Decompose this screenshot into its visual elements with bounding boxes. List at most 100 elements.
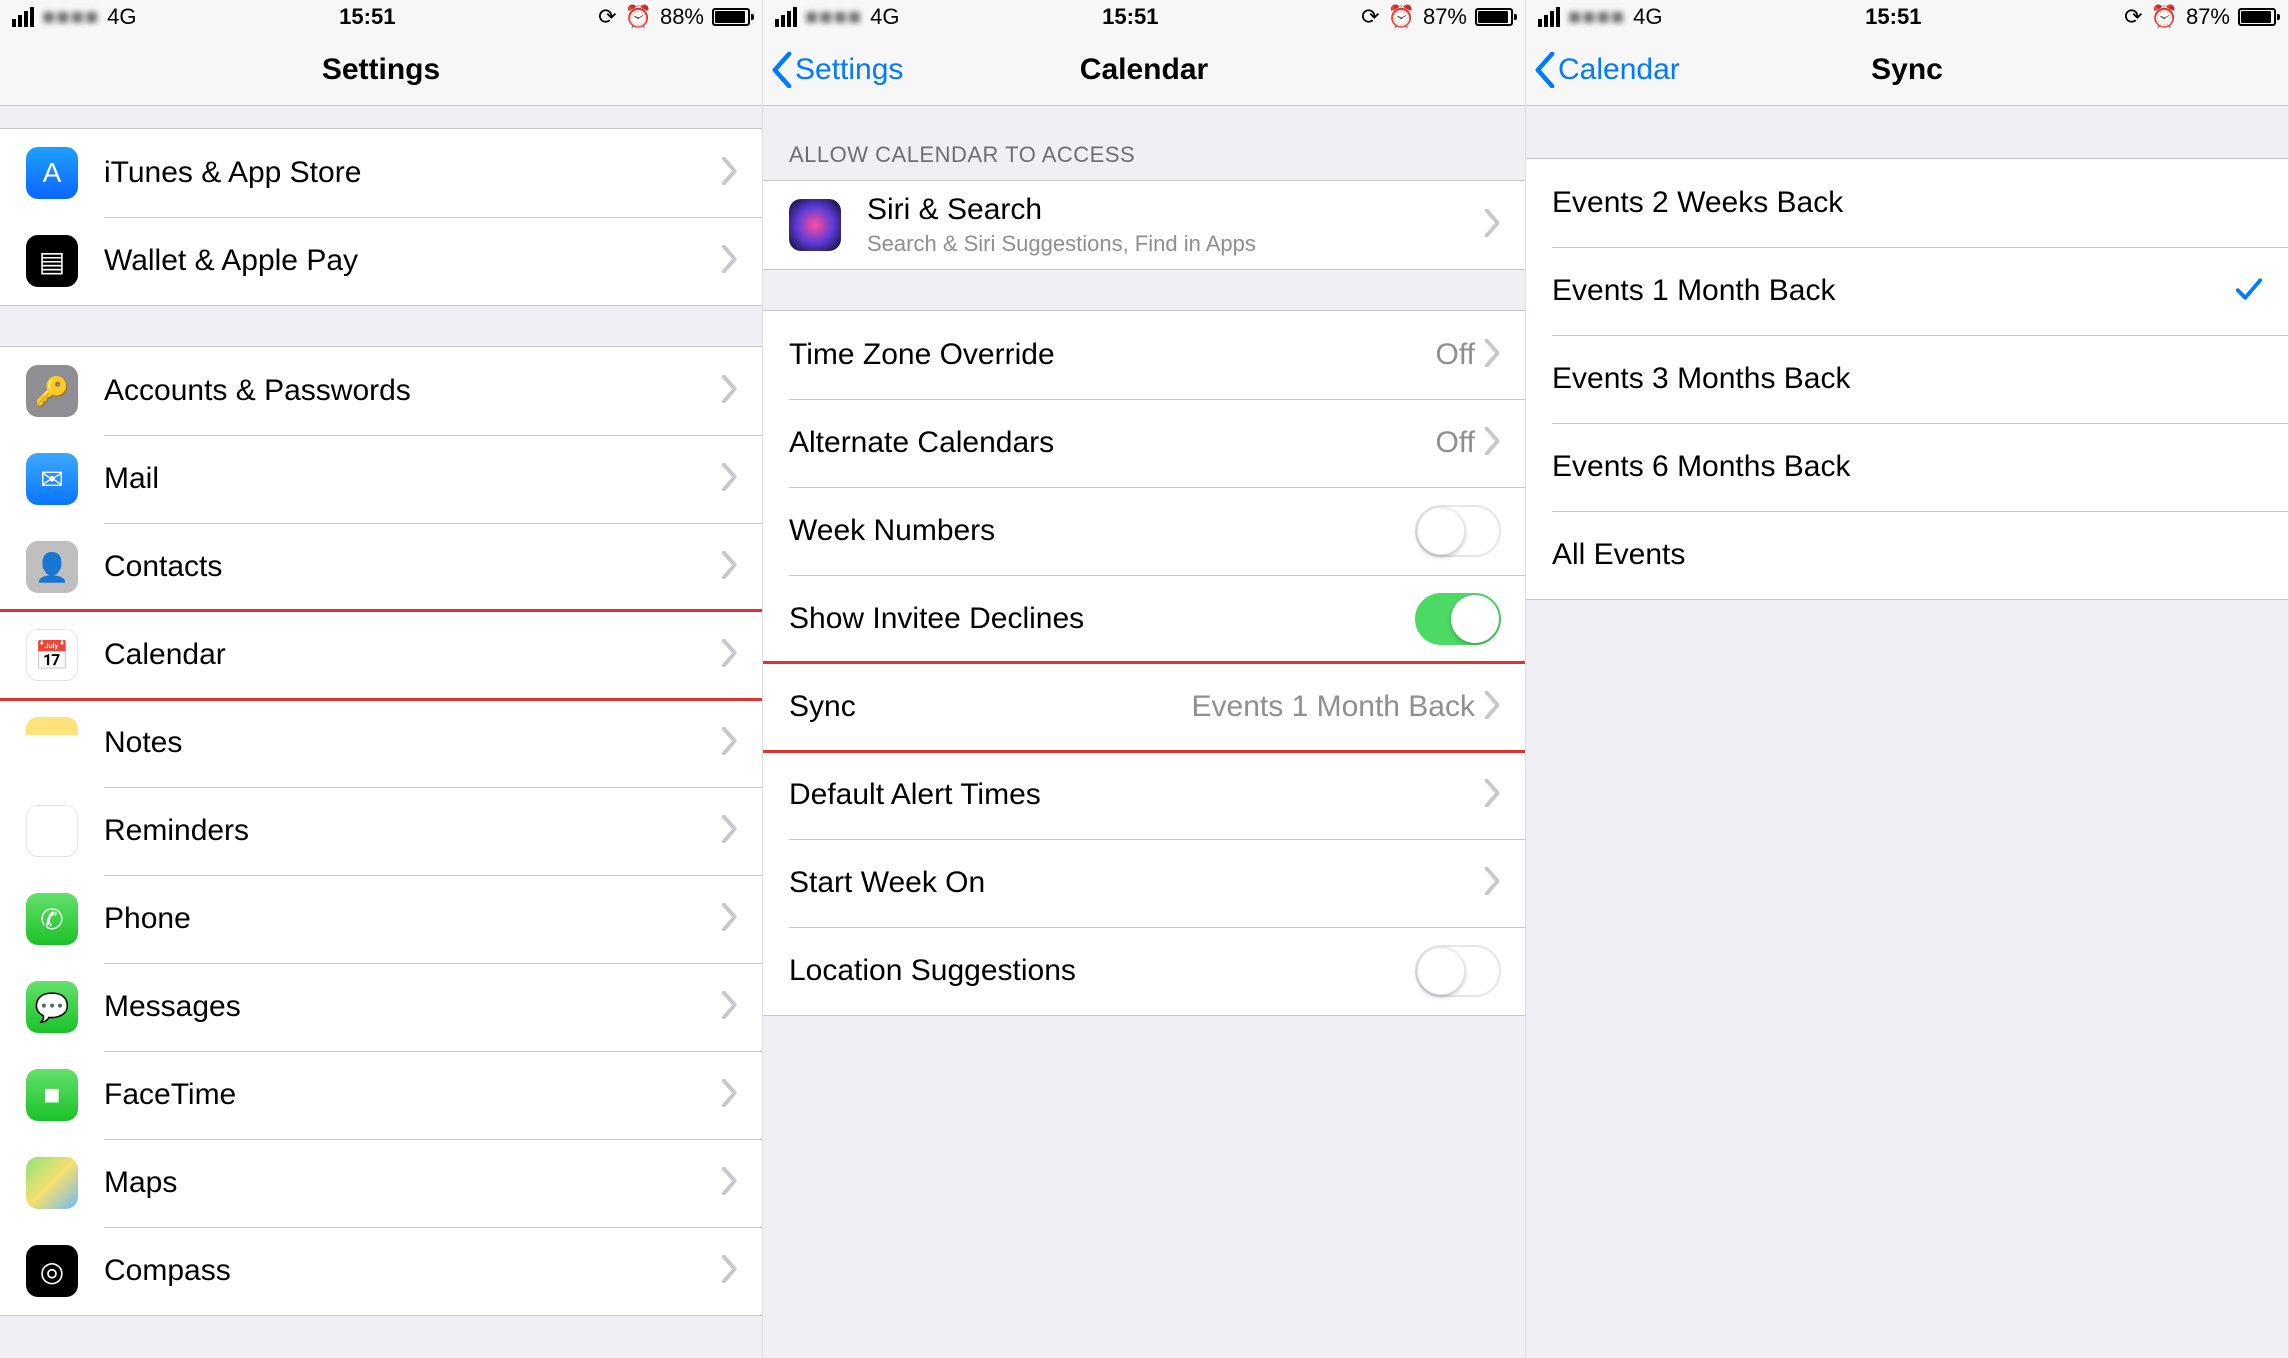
group-calendar-options: Time Zone OverrideOffAlternate Calendars… — [763, 310, 1525, 1016]
settings-row-notes[interactable]: Notes — [0, 699, 762, 787]
sync-option-all[interactable]: All Events — [1526, 511, 2288, 599]
calendar-row-tzo[interactable]: Time Zone OverrideOff — [763, 311, 1525, 399]
screen-calendar-settings: ■■■■ 4G 15:51 ⟳ ⏰ 87% Settings Calendar … — [763, 0, 1526, 1358]
chevron-right-icon — [1485, 779, 1501, 812]
carrier-label: ■■■■ — [805, 4, 862, 30]
option-label: Events 1 Month Back — [1552, 274, 2234, 308]
row-label: Location Suggestions — [789, 954, 1415, 988]
notes-icon — [26, 717, 78, 769]
row-label: Phone — [104, 902, 722, 936]
battery-pct-label: 87% — [1423, 4, 1467, 30]
row-siri-search[interactable]: Siri & Search Search & Siri Suggestions,… — [763, 181, 1525, 269]
settings-row-compass[interactable]: ◎ Compass — [0, 1227, 762, 1315]
row-label: iTunes & App Store — [104, 156, 722, 190]
settings-row-messages[interactable]: 💬 Messages — [0, 963, 762, 1051]
group-apps: 🔑Accounts & Passwords ✉ Mail 👤Contacts📅Cale… — [0, 346, 762, 1316]
sync-option-6m[interactable]: Events 6 Months Back — [1526, 423, 2288, 511]
option-label: All Events — [1552, 538, 2264, 572]
sync-options-list[interactable]: Events 2 Weeks Back Events 1 Month Back Ev… — [1526, 106, 2288, 600]
alarm-icon: ⏰ — [625, 4, 652, 30]
battery-pct-label: 87% — [2186, 4, 2230, 30]
row-label: Messages — [104, 990, 722, 1024]
rotation-lock-icon: ⟳ — [1361, 4, 1379, 30]
chevron-right-icon — [722, 375, 738, 408]
clock-label: 15:51 — [1102, 4, 1158, 30]
row-label: Default Alert Times — [789, 778, 1485, 812]
chevron-right-icon — [1485, 339, 1501, 372]
calendar-row-altcal[interactable]: Alternate CalendarsOff — [763, 399, 1525, 487]
toggle-weeknum[interactable] — [1415, 505, 1501, 557]
group-sync-options: Events 2 Weeks Back Events 1 Month Back Ev… — [1526, 158, 2288, 600]
network-label: 4G — [1633, 4, 1662, 30]
chevron-right-icon — [722, 245, 738, 278]
settings-row-accounts[interactable]: 🔑Accounts & Passwords — [0, 347, 762, 435]
toggle-invitee[interactable] — [1415, 593, 1501, 645]
contacts-icon: 👤 — [26, 541, 78, 593]
page-title: Sync — [1871, 53, 1943, 87]
sync-option-2w[interactable]: Events 2 Weeks Back — [1526, 159, 2288, 247]
chevron-right-icon — [1485, 867, 1501, 900]
chevron-right-icon — [722, 157, 738, 190]
row-label: Compass — [104, 1254, 722, 1288]
chevron-left-icon — [771, 52, 793, 88]
battery-icon — [1475, 8, 1513, 26]
messages-icon: 💬 — [26, 981, 78, 1033]
chevron-left-icon — [1534, 52, 1556, 88]
rotation-lock-icon: ⟳ — [2124, 4, 2142, 30]
clock-label: 15:51 — [339, 4, 395, 30]
chevron-right-icon — [722, 1079, 738, 1112]
settings-row-reminders[interactable]: ☰Reminders — [0, 787, 762, 875]
rotation-lock-icon: ⟳ — [598, 4, 616, 30]
calendar-icon: 📅 — [26, 629, 78, 681]
calendar-settings-list[interactable]: ALLOW CALENDAR TO ACCESS Siri & Search S… — [763, 106, 1525, 1016]
settings-list[interactable]: AiTunes & App Store ▤ Wallet & Apple Pay 🔑… — [0, 106, 762, 1316]
calendar-row-sync[interactable]: SyncEvents 1 Month Back — [763, 663, 1525, 751]
calendar-row-alerts[interactable]: Default Alert Times — [763, 751, 1525, 839]
settings-row-facetime[interactable]: ■FaceTime — [0, 1051, 762, 1139]
calendar-row-invitee[interactable]: Show Invitee Declines — [763, 575, 1525, 663]
siri-icon — [789, 199, 841, 251]
back-button[interactable]: Calendar — [1534, 34, 1680, 105]
settings-row-itunes[interactable]: AiTunes & App Store — [0, 129, 762, 217]
chevron-right-icon — [722, 991, 738, 1024]
back-button[interactable]: Settings — [771, 34, 903, 105]
chevron-right-icon — [722, 1167, 738, 1200]
option-label: Events 6 Months Back — [1552, 450, 2264, 484]
status-bar: ■■■■ 4G 15:51 ⟳ ⏰ 87% — [763, 0, 1525, 34]
row-label: Mail — [104, 462, 722, 496]
row-label: Week Numbers — [789, 514, 1415, 548]
settings-row-maps[interactable]: Maps — [0, 1139, 762, 1227]
screen-settings: ■■■■ 4G 15:51 ⟳ ⏰ 88% Settings AiTunes &… — [0, 0, 763, 1358]
settings-row-calendar[interactable]: 📅Calendar — [0, 611, 762, 699]
row-label: Wallet & Apple Pay — [104, 244, 722, 278]
carrier-label: ■■■■ — [1568, 4, 1625, 30]
signal-icon — [1538, 7, 1560, 27]
nav-bar: Calendar Sync — [1526, 34, 2288, 106]
sync-option-3m[interactable]: Events 3 Months Back — [1526, 335, 2288, 423]
row-label: Reminders — [104, 814, 722, 848]
wallet-icon: ▤ — [26, 235, 78, 287]
calendar-row-weeknum[interactable]: Week Numbers — [763, 487, 1525, 575]
alarm-icon: ⏰ — [2151, 4, 2178, 30]
compass-icon: ◎ — [26, 1245, 78, 1297]
battery-icon — [712, 8, 750, 26]
settings-row-phone[interactable]: ✆Phone — [0, 875, 762, 963]
settings-row-wallet[interactable]: ▤ Wallet & Apple Pay — [0, 217, 762, 305]
toggle-locsug[interactable] — [1415, 945, 1501, 997]
siri-label: Siri & Search — [867, 193, 1485, 227]
chevron-right-icon — [722, 903, 738, 936]
row-value: Off — [1436, 338, 1475, 372]
calendar-row-startwk[interactable]: Start Week On — [763, 839, 1525, 927]
settings-row-mail[interactable]: ✉ Mail — [0, 435, 762, 523]
sync-option-1m[interactable]: Events 1 Month Back — [1526, 247, 2288, 335]
status-bar: ■■■■ 4G 15:51 ⟳ ⏰ 88% — [0, 0, 762, 34]
calendar-row-locsug[interactable]: Location Suggestions — [763, 927, 1525, 1015]
row-value: Events 1 Month Back — [1192, 690, 1475, 724]
nav-bar: Settings — [0, 34, 762, 106]
row-label: Notes — [104, 726, 722, 760]
settings-row-contacts[interactable]: 👤Contacts — [0, 523, 762, 611]
chevron-right-icon — [722, 727, 738, 760]
mail-icon: ✉ — [26, 453, 78, 505]
chevron-right-icon — [722, 1255, 738, 1288]
row-label: Accounts & Passwords — [104, 374, 722, 408]
